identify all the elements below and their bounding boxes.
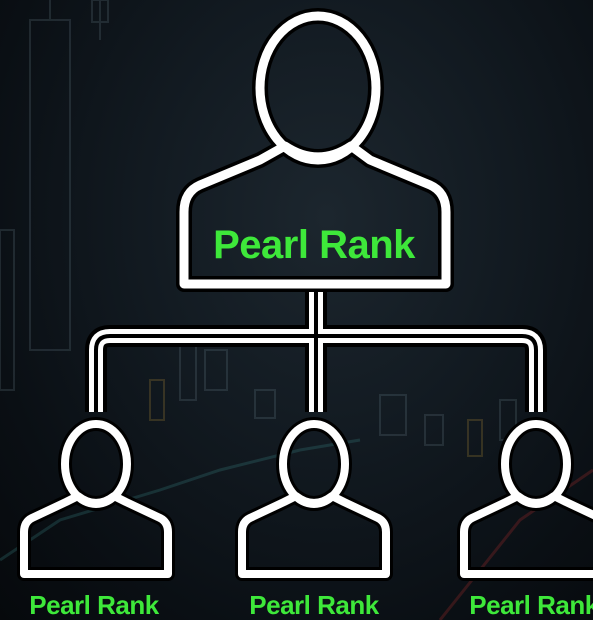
child-rank-label-1: Pearl Rank [29,590,159,620]
child-person-icon-2 [242,424,386,574]
child-person-icon-1 [24,424,168,574]
connector-inner-line [94,282,538,414]
child-rank-label-3: Pearl Rank [469,590,593,620]
org-chart: Pearl Rank Pearl Rank Pearl Rank Pearl R… [0,0,593,620]
child-person-icon-3 [464,424,593,574]
hierarchy-diagram: Pearl Rank Pearl Rank Pearl Rank Pearl R… [0,0,593,620]
child-rank-label-2: Pearl Rank [249,590,379,620]
top-rank-label: Pearl Rank [213,223,416,267]
